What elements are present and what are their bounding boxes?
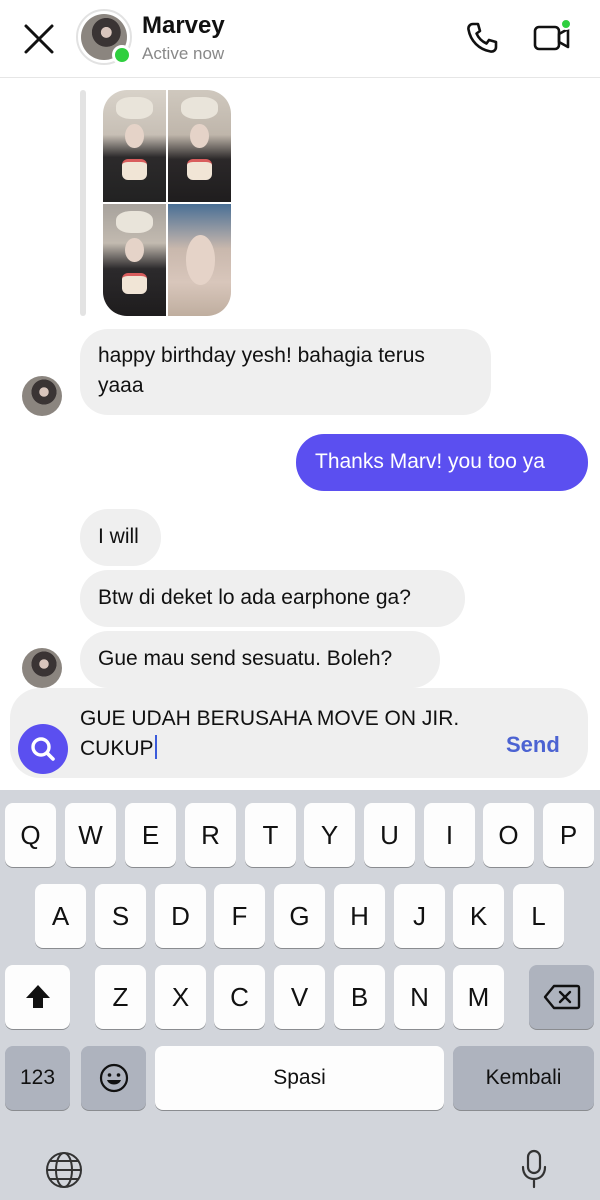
backspace-icon: [543, 984, 580, 1010]
close-icon: [24, 24, 54, 54]
reply-indicator-line: [80, 90, 86, 316]
key-r[interactable]: R: [185, 803, 236, 867]
return-key[interactable]: Kembali: [453, 1046, 594, 1110]
space-key[interactable]: Spasi: [155, 1046, 444, 1110]
key-q[interactable]: Q: [5, 803, 56, 867]
key-n[interactable]: N: [394, 965, 445, 1029]
key-f[interactable]: F: [214, 884, 265, 948]
incoming-message[interactable]: happy birthday yesh! bahagia terus yaaa: [80, 329, 491, 415]
key-i[interactable]: I: [424, 803, 475, 867]
emoji-icon: [99, 1063, 128, 1093]
contact-status: Active now: [142, 44, 225, 63]
globe-button[interactable]: [42, 1148, 86, 1192]
key-y[interactable]: Y: [304, 803, 355, 867]
key-z[interactable]: Z: [95, 965, 146, 1029]
contact-avatar-small[interactable]: [22, 376, 62, 416]
photo-collage-message[interactable]: [103, 90, 231, 316]
shift-key[interactable]: [5, 965, 70, 1029]
key-x[interactable]: X: [155, 965, 206, 1029]
key-o[interactable]: O: [483, 803, 534, 867]
delete-key[interactable]: [529, 965, 594, 1029]
key-g[interactable]: G: [274, 884, 325, 948]
send-button[interactable]: Send: [506, 732, 560, 758]
contact-name[interactable]: Marvey: [142, 12, 225, 40]
text-caret: [154, 735, 157, 759]
key-b[interactable]: B: [334, 965, 385, 1029]
key-t[interactable]: T: [245, 803, 296, 867]
dictation-button[interactable]: [514, 1146, 554, 1192]
outgoing-message[interactable]: Thanks Marv! you too ya: [296, 434, 588, 491]
shift-icon: [25, 985, 50, 1008]
emoji-key[interactable]: [81, 1046, 146, 1110]
contact-avatar-small[interactable]: [22, 648, 62, 688]
close-button[interactable]: [20, 20, 58, 58]
key-s[interactable]: S: [95, 884, 146, 948]
photo-tile: [168, 90, 231, 202]
voice-call-button[interactable]: [462, 18, 502, 58]
photo-tile: [168, 204, 231, 316]
numbers-key[interactable]: 123: [5, 1046, 70, 1110]
key-j[interactable]: J: [394, 884, 445, 948]
key-v[interactable]: V: [274, 965, 325, 1029]
key-c[interactable]: C: [214, 965, 265, 1029]
key-w[interactable]: W: [65, 803, 116, 867]
key-a[interactable]: A: [35, 884, 86, 948]
incoming-message[interactable]: Btw di deket lo ada earphone ga?: [80, 570, 465, 627]
key-e[interactable]: E: [125, 803, 176, 867]
search-icon: [31, 737, 55, 761]
key-d[interactable]: D: [155, 884, 206, 948]
key-p[interactable]: P: [543, 803, 594, 867]
online-indicator: [112, 45, 132, 65]
key-l[interactable]: L: [513, 884, 564, 948]
photo-tile: [103, 204, 166, 316]
message-composer: GUE UDAH BERUSAHA MOVE ON JIR. CUKUP Sen…: [10, 688, 588, 778]
video-call-button[interactable]: [530, 16, 574, 58]
chat-header: Marvey Active now: [0, 0, 600, 78]
key-k[interactable]: K: [453, 884, 504, 948]
key-h[interactable]: H: [334, 884, 385, 948]
incoming-message[interactable]: Gue mau send sesuatu. Boleh?: [80, 631, 440, 688]
key-m[interactable]: M: [453, 965, 504, 1029]
search-button[interactable]: [18, 724, 68, 774]
message-input-value: GUE UDAH BERUSAHA MOVE ON JIR. CUKUP: [80, 707, 460, 760]
incoming-message[interactable]: I will: [80, 509, 161, 566]
key-u[interactable]: U: [364, 803, 415, 867]
message-input[interactable]: GUE UDAH BERUSAHA MOVE ON JIR. CUKUP: [80, 704, 500, 764]
video-active-indicator: [560, 18, 572, 30]
globe-icon: [46, 1152, 82, 1188]
microphone-icon: [521, 1149, 547, 1189]
photo-tile: [103, 90, 166, 202]
phone-icon: [467, 22, 498, 53]
